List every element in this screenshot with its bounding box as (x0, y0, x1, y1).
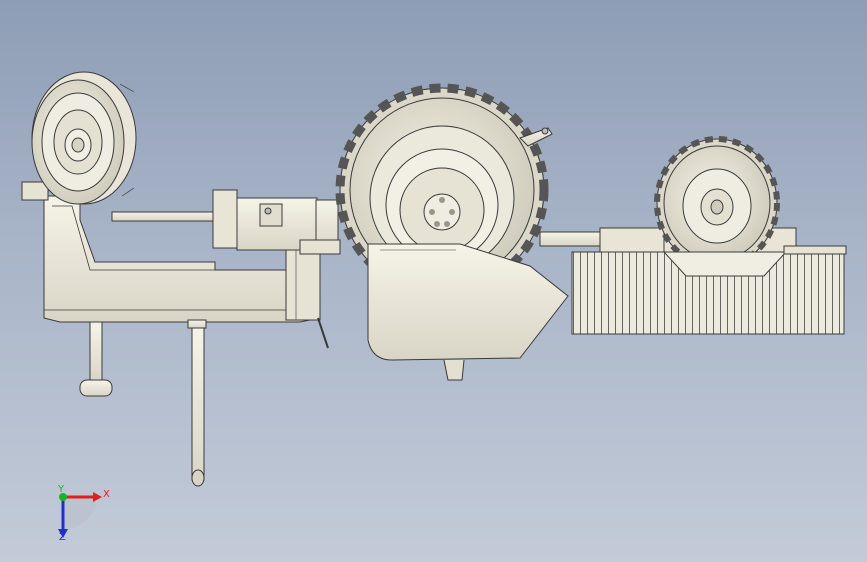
jack-stand-front[interactable] (79, 321, 113, 397)
jack-stand-rear[interactable] (187, 319, 207, 487)
fender-housing[interactable] (367, 243, 569, 381)
ribbed-tray[interactable] (571, 245, 847, 335)
x-arrowhead-icon (93, 492, 102, 502)
y-axis-label: Y (57, 484, 65, 495)
axis-triad: X Y Z (57, 484, 110, 543)
z-axis-label: Z (59, 532, 66, 543)
x-axis-label: X (103, 489, 110, 500)
trailer-wheel[interactable] (654, 136, 780, 270)
assembly-drawing[interactable]: X Y Z (0, 0, 867, 562)
cad-viewport[interactable]: X Y Z (0, 0, 867, 562)
triad-shade (63, 497, 96, 530)
spare-wheel[interactable] (21, 71, 137, 205)
